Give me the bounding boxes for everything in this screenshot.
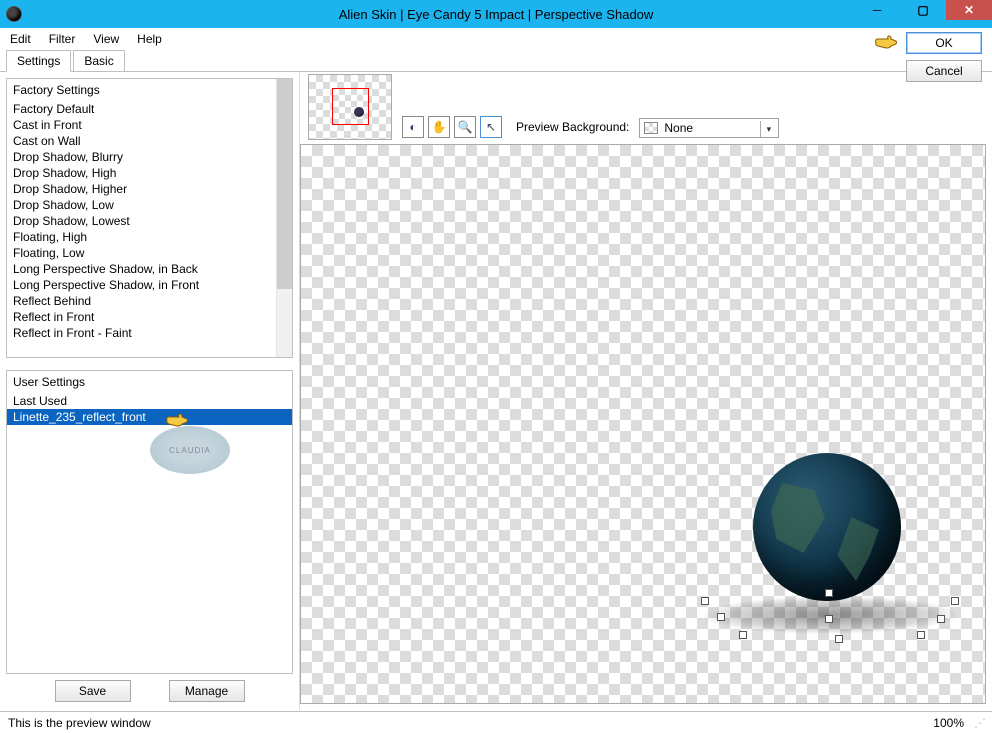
tab-basic[interactable]: Basic [73,50,124,71]
tab-settings[interactable]: Settings [6,50,71,72]
preview-background-label: Preview Background: [516,120,629,134]
transform-handle[interactable] [701,597,709,605]
minimize-button[interactable]: ─ [854,0,900,20]
save-button[interactable]: Save [55,680,131,702]
manage-button[interactable]: Manage [169,680,245,702]
settings-panel: Factory Settings Factory DefaultCast in … [0,72,300,710]
list-item[interactable]: Cast in Front [7,117,276,133]
preview-canvas[interactable] [300,144,986,704]
preview-background-select[interactable]: None ▾ [639,118,779,138]
app-icon [6,6,22,22]
list-item[interactable]: Floating, High [7,229,276,245]
chevron-down-icon: ▾ [760,121,776,137]
list-item[interactable]: Cast on Wall [7,133,276,149]
tab-strip: Settings Basic [0,50,992,72]
thumbnail-viewport[interactable] [332,88,369,125]
status-message: This is the preview window [8,716,151,730]
transform-handle[interactable] [739,631,747,639]
scrollbar[interactable] [276,79,292,357]
hand-pointer-icon [874,33,920,54]
transform-handle[interactable] [825,615,833,623]
shadow-transform-box[interactable] [705,591,955,639]
list-item[interactable]: Factory Default [7,101,276,117]
list-item[interactable]: Drop Shadow, Lowest [7,213,276,229]
transform-handle[interactable] [717,613,725,621]
transform-handle[interactable] [917,631,925,639]
user-settings-header: User Settings [7,371,292,393]
tool-color-icon[interactable]: ◐ [402,116,424,138]
transform-handle[interactable] [825,589,833,597]
transparency-swatch-icon [644,122,658,134]
scrollbar-thumb[interactable] [277,79,292,289]
transform-handle[interactable] [937,615,945,623]
transform-handle[interactable] [951,597,959,605]
list-item[interactable]: Drop Shadow, Low [7,197,276,213]
list-item[interactable]: Reflect in Front [7,309,276,325]
tool-zoom-icon[interactable]: 🔍 [454,116,476,138]
list-item[interactable]: Last Used [7,393,292,409]
window-title: Alien Skin | Eye Candy 5 Impact | Perspe… [339,7,654,22]
maximize-button[interactable]: ▢ [900,0,946,20]
list-item[interactable]: Drop Shadow, Blurry [7,149,276,165]
list-item[interactable]: Floating, Low [7,245,276,261]
preview-object [753,453,901,601]
tool-hand-icon[interactable]: ✋ [428,116,450,138]
menu-filter[interactable]: Filter [49,32,76,46]
list-item[interactable]: Reflect Behind [7,293,276,309]
tool-pointer-icon[interactable]: ↖ [480,116,502,138]
cancel-button[interactable]: Cancel [906,60,982,82]
list-item[interactable]: Drop Shadow, Higher [7,181,276,197]
zoom-level: 100% [933,716,964,730]
menu-edit[interactable]: Edit [10,32,31,46]
list-item[interactable]: Long Perspective Shadow, in Front [7,277,276,293]
thumbnail-content-icon [354,107,364,117]
thumbnail-navigator[interactable] [308,74,392,140]
resize-gripper-icon[interactable]: ⋰ [974,716,984,730]
user-settings-list: User Settings Last Used Linette_235_refl… [6,370,293,674]
menu-view[interactable]: View [93,32,119,46]
watermark-badge: CLAUDIA [150,426,230,474]
list-item[interactable]: Drop Shadow, High [7,165,276,181]
factory-settings-header: Factory Settings [7,79,276,101]
title-bar: Alien Skin | Eye Candy 5 Impact | Perspe… [0,0,992,28]
factory-settings-list: Factory Settings Factory DefaultCast in … [6,78,293,358]
list-item-selected[interactable]: Linette_235_reflect_front [7,409,292,425]
preview-background-value: None [664,121,693,135]
menu-help[interactable]: Help [137,32,162,46]
menu-bar: Edit Filter View Help [0,28,992,50]
transform-handle[interactable] [835,635,843,643]
status-bar: This is the preview window 100% ⋰ [0,711,992,733]
list-item[interactable]: Long Perspective Shadow, in Back [7,261,276,277]
list-item[interactable]: Reflect in Front - Faint [7,325,276,341]
close-button[interactable]: ✕ [946,0,992,20]
